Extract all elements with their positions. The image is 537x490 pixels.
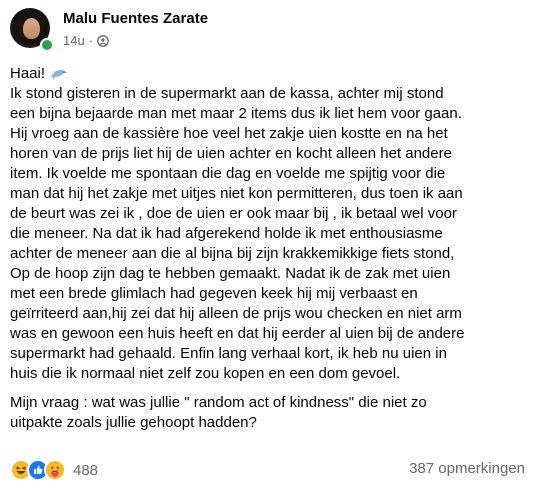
greeting-line: Haai! — [10, 64, 530, 84]
comments-count-link[interactable]: 387 opmerkingen — [409, 460, 525, 477]
text-line: geïrriteerd aan,hij zei dat hij alleen d… — [10, 305, 462, 322]
text-line: huis die ik normaal niet zelf zou kopen … — [10, 365, 401, 382]
text-line: horen van de prijs liet hij de uien acht… — [10, 145, 452, 162]
paragraph-1: Ik stond gisteren in de supermarkt aan d… — [10, 84, 530, 384]
text-line: Ik stond gisteren in de supermarkt aan d… — [10, 85, 444, 102]
text-line: die meneer. Na dat ik had afgerekend hol… — [10, 225, 443, 242]
dolphin-icon — [49, 66, 69, 82]
text-line: Mijn vraag : wat was jullie " random act… — [10, 394, 427, 411]
meta-separator: · — [88, 33, 94, 48]
text-line: supermarkt had gehaald. Enfin lang verha… — [10, 345, 447, 362]
paragraph-2: Mijn vraag : wat was jullie " random act… — [10, 393, 530, 433]
text-line: achter de meneer aan die al bijna bij zi… — [10, 245, 455, 262]
reaction-count[interactable]: 488 — [73, 462, 98, 479]
text-line: Op de hoop zijn dag te hebben gemaakt. N… — [10, 265, 451, 282]
text-line: met een brede glimlach had gegeven keek … — [10, 285, 418, 302]
text-line: Hij vroeg aan de kassière hoe veel het z… — [10, 125, 448, 142]
text-line: uitpakte zoals jullie gehoopt hadden? — [10, 414, 257, 431]
text-line: man dat hij het zakje met uitjes niet ko… — [10, 185, 463, 202]
greeting-text: Haai! — [10, 65, 46, 82]
online-status-dot — [40, 38, 54, 52]
author-name[interactable]: Malu Fuentes Zarate — [63, 10, 208, 27]
facebook-post: Malu Fuentes Zarate 14u · Haai! Ik stond… — [0, 0, 537, 490]
text-line: een bijna bejaarde man met maar 2 items … — [10, 105, 462, 122]
globe-icon[interactable] — [97, 34, 109, 47]
reactions-summary[interactable]: 488 — [10, 459, 98, 481]
text-line: item. Ik voelde me spontaan die dag en v… — [10, 165, 446, 182]
text-line: was en gewoon een huis heeft en dat hij … — [10, 325, 465, 342]
avatar-face — [23, 18, 40, 39]
care-icon — [44, 459, 66, 481]
post-time[interactable]: 14u — [63, 33, 85, 48]
text-line: de beurt was zei ik , doe de uien er ook… — [10, 205, 457, 222]
post-meta: 14u · — [63, 33, 109, 48]
post-body: Haai! Ik stond gisteren in de supermarkt… — [10, 64, 530, 433]
